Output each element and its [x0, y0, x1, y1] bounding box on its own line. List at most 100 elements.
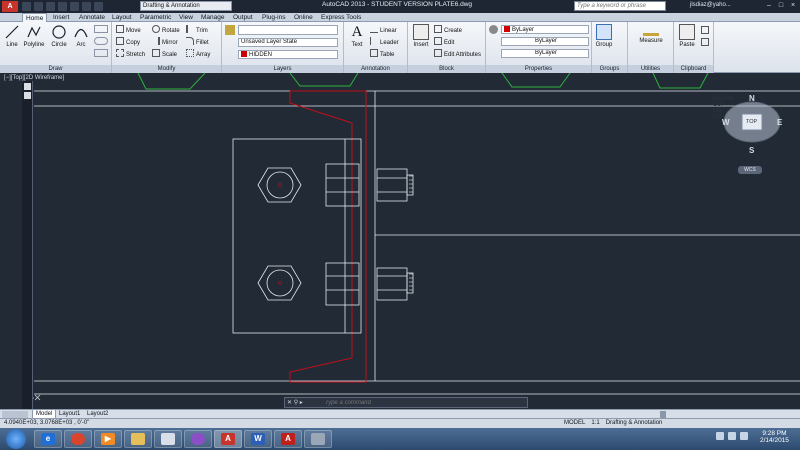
- hatch-icon[interactable]: [94, 37, 108, 45]
- rotate-button[interactable]: Rotate: [152, 25, 180, 35]
- tray-flag-icon[interactable]: [716, 432, 724, 440]
- taskbar-app5[interactable]: [154, 430, 182, 448]
- taskbar-autocad[interactable]: A: [214, 430, 242, 448]
- open-icon[interactable]: [34, 2, 43, 11]
- arc-button[interactable]: Arc: [70, 24, 92, 48]
- copy-button[interactable]: Copy: [116, 37, 140, 47]
- current-layer-select[interactable]: HIDDEN: [238, 50, 338, 59]
- mirror-button[interactable]: Mirror: [152, 37, 178, 47]
- tab-parametric[interactable]: Parametric: [137, 13, 174, 22]
- drawing-canvas[interactable]: [0, 73, 800, 409]
- panel-title-draw[interactable]: Draw: [0, 65, 111, 73]
- edit-attributes-button[interactable]: Edit Attributes: [434, 49, 481, 59]
- array-button[interactable]: Array: [186, 49, 210, 59]
- trim-button[interactable]: Trim: [186, 25, 208, 35]
- undo-icon[interactable]: [82, 2, 91, 11]
- tab-home[interactable]: Home: [22, 13, 48, 22]
- compass-e[interactable]: E: [777, 118, 782, 127]
- cut-icon[interactable]: [701, 26, 709, 34]
- color-select[interactable]: ByLayer: [501, 25, 589, 34]
- taskbar-explorer[interactable]: [124, 430, 152, 448]
- maximize-icon[interactable]: □: [776, 1, 786, 10]
- scale-button[interactable]: Scale: [152, 49, 177, 59]
- search-input[interactable]: Type a keyword or phrase: [574, 1, 666, 11]
- linetype-select[interactable]: ByLayer: [501, 37, 589, 46]
- palette-close-icon[interactable]: [23, 83, 31, 90]
- create-block-button[interactable]: Create: [434, 25, 462, 35]
- insert-button[interactable]: Insert: [410, 24, 432, 48]
- line-button[interactable]: Line: [1, 24, 23, 48]
- panel-title-modify[interactable]: Modify: [112, 65, 221, 73]
- linear-dimension-button[interactable]: Linear: [370, 25, 397, 35]
- taskbar-chrome[interactable]: [64, 430, 92, 448]
- layer-properties-icon[interactable]: [225, 25, 235, 35]
- tab-output[interactable]: Output: [230, 13, 256, 22]
- lineweight-select[interactable]: ByLayer: [501, 49, 589, 58]
- tab-plugins[interactable]: Plug-ins: [259, 13, 288, 22]
- workspace-select[interactable]: Drafting & Annotation: [140, 1, 232, 11]
- viewcube-face-top[interactable]: TOP: [746, 119, 757, 125]
- tool-palette-strip[interactable]: [22, 81, 33, 415]
- tab-express-tools[interactable]: Express Tools: [318, 13, 364, 22]
- palette-pin-icon[interactable]: [23, 92, 31, 99]
- annotation-scale[interactable]: 1:1: [591, 420, 599, 426]
- fillet-button[interactable]: Fillet: [186, 37, 209, 47]
- ellipse-icon[interactable]: [94, 49, 108, 57]
- tray-volume-icon[interactable]: [740, 432, 748, 440]
- compass-s[interactable]: S: [749, 146, 754, 155]
- horizontal-scrollbar[interactable]: [660, 411, 666, 418]
- polyline-button[interactable]: Polyline: [23, 24, 45, 48]
- panel-title-groups[interactable]: Groups: [592, 65, 627, 73]
- layer-state-select[interactable]: Unsaved Layer State: [238, 38, 338, 47]
- taskbar-word[interactable]: W: [244, 430, 272, 448]
- rectangle-icon[interactable]: [94, 25, 108, 33]
- tab-annotate[interactable]: Annotate: [76, 13, 108, 22]
- table-button[interactable]: Table: [370, 49, 394, 59]
- measure-button[interactable]: Measure: [638, 24, 664, 44]
- edit-block-button[interactable]: Edit: [434, 37, 454, 47]
- tab-insert[interactable]: Insert: [50, 13, 72, 22]
- autocad-logo-icon[interactable]: A: [2, 1, 18, 12]
- workspace-switch[interactable]: Drafting & Annotation: [606, 420, 663, 426]
- circle-button[interactable]: Circle: [48, 24, 70, 48]
- tab-layout[interactable]: Layout: [109, 13, 135, 22]
- tab-online[interactable]: Online: [291, 13, 316, 22]
- redo-icon[interactable]: [94, 2, 103, 11]
- taskbar-app10[interactable]: [304, 430, 332, 448]
- user-account[interactable]: jlsdiaz@yaho...: [690, 2, 731, 8]
- save-icon[interactable]: [46, 2, 55, 11]
- panel-title-clipboard[interactable]: Clipboard: [674, 65, 713, 73]
- text-button[interactable]: A Text: [346, 24, 368, 48]
- panel-title-block[interactable]: Block: [408, 65, 485, 73]
- copy-clip-icon[interactable]: [701, 38, 709, 46]
- taskbar-media[interactable]: ▶: [94, 430, 122, 448]
- taskbar-clock[interactable]: 9:28 PM 2/14/2015: [760, 430, 789, 444]
- taskbar-ie[interactable]: e: [34, 430, 62, 448]
- close-icon[interactable]: ×: [788, 1, 798, 10]
- wcs-menu[interactable]: WCS: [738, 166, 762, 174]
- leader-button[interactable]: Leader: [370, 37, 399, 47]
- command-close-icon[interactable]: ✕ ⚲ ▸: [287, 399, 303, 406]
- paste-button[interactable]: Paste: [676, 24, 698, 48]
- panel-title-layers[interactable]: Layers: [222, 65, 343, 73]
- panel-title-properties[interactable]: Properties: [486, 65, 591, 73]
- taskbar-acrobat[interactable]: A: [274, 430, 302, 448]
- plot-icon[interactable]: [70, 2, 79, 11]
- model-space-toggle[interactable]: MODEL: [564, 420, 585, 426]
- compass-n[interactable]: N: [749, 94, 755, 103]
- panel-title-utilities[interactable]: Utilities: [628, 65, 673, 73]
- minimize-icon[interactable]: –: [764, 1, 774, 10]
- move-button[interactable]: Move: [116, 25, 141, 35]
- tab-manage[interactable]: Manage: [198, 13, 228, 22]
- panel-title-annotation[interactable]: Annotation: [344, 65, 407, 73]
- save-as-icon[interactable]: [58, 2, 67, 11]
- command-input[interactable]: [325, 399, 525, 407]
- new-icon[interactable]: [22, 2, 31, 11]
- stretch-button[interactable]: Stretch: [116, 49, 145, 59]
- group-button[interactable]: Group: [593, 24, 615, 48]
- taskbar-picasa[interactable]: [184, 430, 212, 448]
- start-button[interactable]: [6, 429, 26, 449]
- tab-view[interactable]: View: [176, 13, 196, 22]
- match-properties-icon[interactable]: [489, 25, 498, 34]
- layout-nav-arrows[interactable]: [2, 411, 28, 418]
